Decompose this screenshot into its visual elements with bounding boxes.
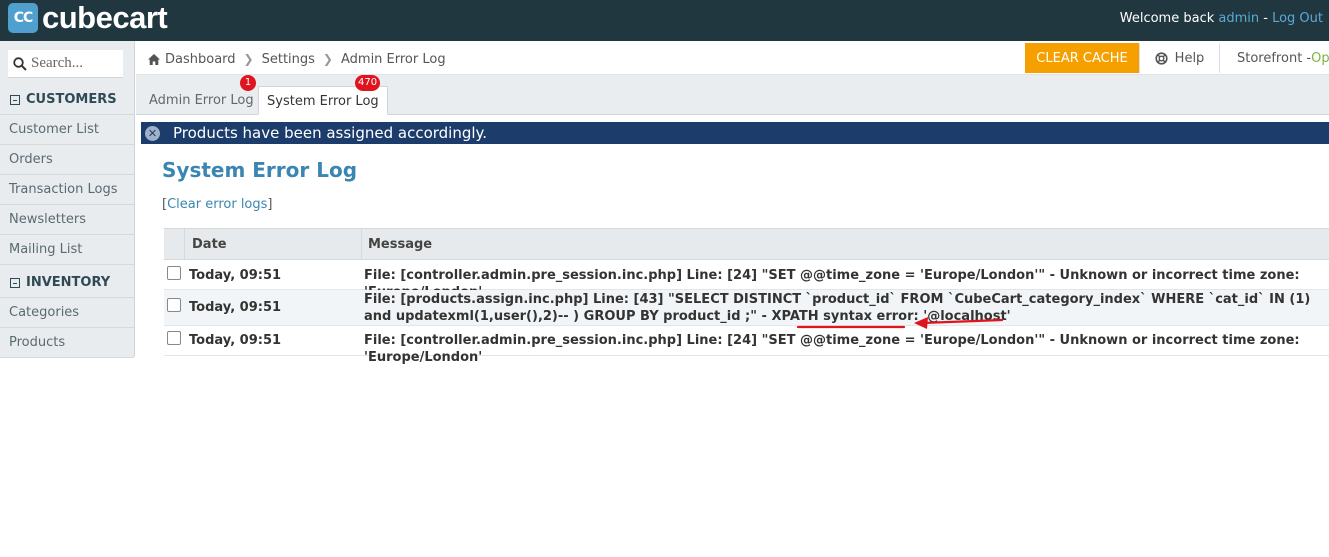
cubecart-logo[interactable]: CC cubecart — [8, 0, 168, 35]
row-date: Today, 09:51 — [189, 333, 282, 348]
sidebar-item-categories[interactable]: Categories — [0, 298, 134, 328]
storefront-link[interactable]: Storefront - Open — [1219, 43, 1329, 73]
row-message: File: [controller.admin.pre_session.inc.… — [364, 333, 1300, 365]
sidebar-item-customer-list[interactable]: Customer List — [0, 115, 134, 145]
clear-cache-button[interactable]: CLEAR CACHE — [1025, 43, 1139, 73]
column-header-date[interactable]: Date — [192, 229, 227, 261]
breadcrumb: Dashboard ❯ Settings ❯ Admin Error Log — [140, 45, 446, 73]
sidebar-search[interactable] — [8, 50, 123, 78]
clear-error-logs-link[interactable]: Clear error logs — [167, 197, 267, 212]
lifebuoy-icon — [1155, 51, 1168, 65]
row-checkbox[interactable] — [167, 331, 181, 345]
table-row: Today, 09:51 File: [products.assign.inc.… — [164, 290, 1329, 326]
row-message: File: [products.assign.inc.php] Line: [4… — [364, 292, 1311, 324]
bracket-close: ] — [267, 197, 273, 212]
table-row: Today, 09:51 File: [controller.admin.pre… — [164, 260, 1329, 300]
user-link[interactable]: admin — [1218, 11, 1259, 26]
section-title: CUSTOMERS — [26, 92, 117, 107]
page-title: System Error Log — [162, 158, 358, 182]
error-log-table: Date Message Today, 09:51 File: [control… — [164, 228, 1329, 365]
search-icon — [13, 56, 27, 71]
clear-logs-wrapper: [Clear error logs] — [162, 197, 272, 212]
row-date: Today, 09:51 — [189, 268, 282, 283]
logout-link[interactable]: Log Out — [1272, 11, 1323, 26]
storefront-status: Open — [1311, 50, 1329, 66]
storefront-label: Storefront - — [1237, 50, 1312, 66]
row-checkbox[interactable] — [167, 298, 181, 312]
top-bar: CC cubecart Welcome back admin - Log Out — [0, 0, 1329, 41]
breadcrumb-current: Admin Error Log — [340, 51, 446, 67]
breadcrumb-settings[interactable]: Settings — [262, 52, 315, 67]
home-icon[interactable] — [148, 53, 160, 65]
row-date: Today, 09:51 — [189, 300, 282, 315]
tab-admin-error-log[interactable]: Admin Error Log — [141, 86, 262, 115]
section-customers[interactable]: CUSTOMERS — [0, 85, 134, 115]
sidebar-item-mailing-list[interactable]: Mailing List — [0, 235, 134, 265]
tab-strip: Admin Error Log 1 System Error Log 470 — [136, 75, 1329, 115]
tab-badge-count: 1 — [240, 75, 256, 91]
welcome-message: Welcome back admin - Log Out — [1120, 11, 1323, 26]
sidebar-item-transaction-logs[interactable]: Transaction Logs — [0, 175, 134, 205]
logo-badge-icon: CC — [8, 3, 38, 33]
notice-text: Products have been assigned accordingly. — [173, 124, 488, 142]
section-title: INVENTORY — [26, 275, 111, 290]
collapse-icon — [10, 94, 20, 105]
column-divider — [184, 229, 185, 259]
table-header: Date Message — [164, 228, 1329, 260]
search-input[interactable] — [31, 55, 119, 72]
sidebar-item-products[interactable]: Products — [0, 328, 134, 358]
welcome-prefix: Welcome back — [1119, 11, 1219, 26]
chevron-right-icon: ❯ — [243, 52, 254, 66]
row-checkbox[interactable] — [167, 266, 181, 280]
section-inventory[interactable]: INVENTORY — [0, 268, 134, 298]
logo-text: cubecart — [42, 0, 168, 35]
sidebar-item-newsletters[interactable]: Newsletters — [0, 205, 134, 235]
table-row: Today, 09:51 File: [controller.admin.pre… — [164, 326, 1329, 365]
close-icon[interactable]: ✕ — [145, 125, 160, 141]
tab-badge-count: 470 — [355, 75, 381, 91]
help-label: Help — [1174, 50, 1205, 66]
help-button[interactable]: Help — [1139, 43, 1219, 73]
sidebar: CUSTOMERS Customer List Orders Transacti… — [0, 41, 135, 358]
column-header-message[interactable]: Message — [368, 229, 432, 261]
breadcrumb-dashboard[interactable]: Dashboard — [165, 52, 236, 67]
collapse-icon — [10, 277, 20, 288]
success-notice: ✕ Products have been assigned accordingl… — [141, 122, 1329, 144]
sidebar-item-orders[interactable]: Orders — [0, 145, 134, 175]
chevron-right-icon: ❯ — [322, 52, 333, 66]
column-divider — [361, 229, 362, 259]
welcome-separator: - — [1259, 11, 1273, 26]
